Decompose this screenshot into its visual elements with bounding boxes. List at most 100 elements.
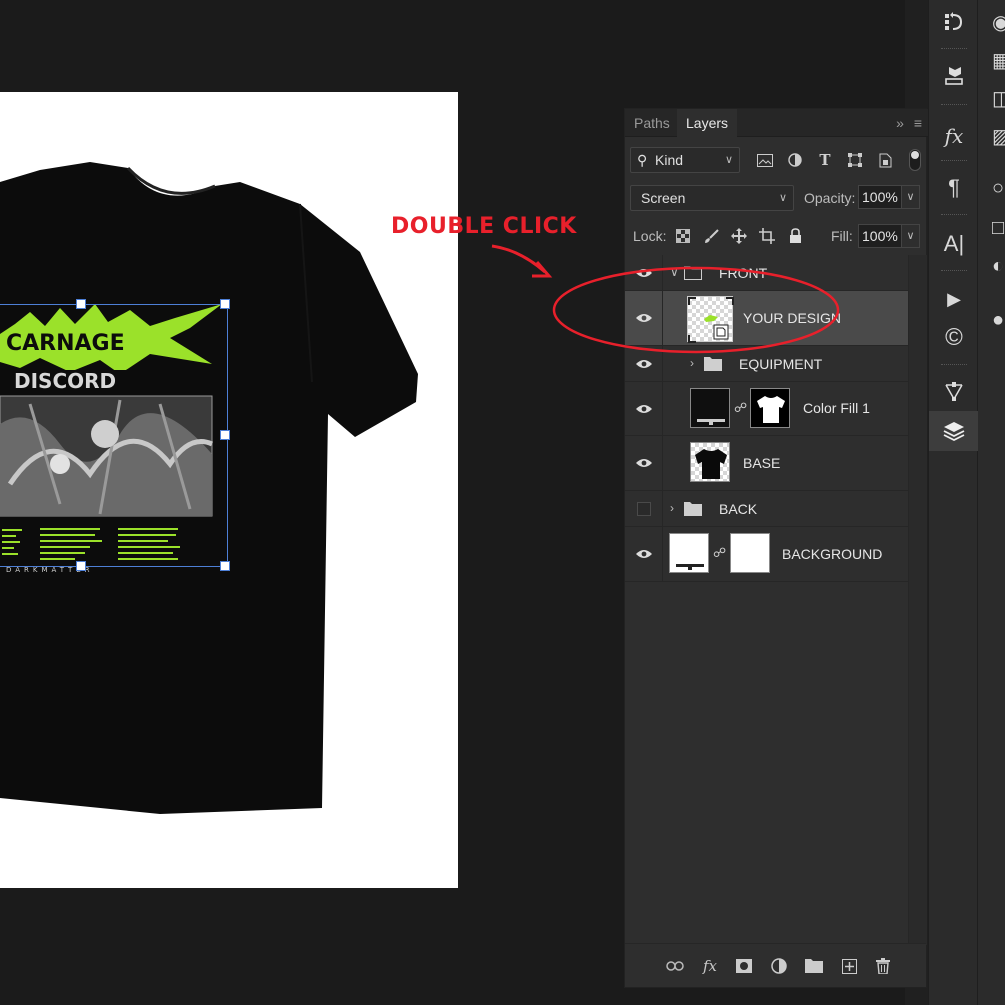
blend-mode-row: Screen ∨ Opacity: 100% ∨ xyxy=(630,185,925,211)
lock-label: Lock: xyxy=(633,228,667,244)
lock-image-pixels-brush-icon[interactable] xyxy=(700,223,722,249)
lock-artboard-crop-icon[interactable] xyxy=(756,223,778,249)
chevron-down-icon: ∨ xyxy=(724,154,733,166)
opacity-input[interactable]: 100% xyxy=(858,185,902,209)
tab-paths[interactable]: Paths xyxy=(625,109,679,137)
lock-all-padlock-icon[interactable] xyxy=(784,223,806,249)
search-icon: ⚲ xyxy=(637,152,648,168)
layer-row-front[interactable]: ∨ FRONT xyxy=(625,255,908,291)
pixel-layer-filter-icon[interactable] xyxy=(754,147,776,173)
fill-label: Fill: xyxy=(831,228,853,244)
visibility-eye-icon[interactable] xyxy=(625,291,663,345)
blend-mode-select[interactable]: Screen ∨ xyxy=(630,185,794,211)
visibility-eye-icon[interactable] xyxy=(625,255,663,290)
filter-kind-label: Kind xyxy=(655,152,684,168)
chevron-right-icon[interactable]: › xyxy=(690,356,694,370)
new-group-folder-icon[interactable] xyxy=(802,954,826,978)
layer-name-color-fill: Color Fill 1 xyxy=(803,400,870,416)
actions-play-icon[interactable]: ▶ xyxy=(929,279,979,319)
layer-row-background[interactable]: ☍ BACKGROUND xyxy=(625,527,908,582)
background-mask-thumbnail[interactable] xyxy=(730,533,770,573)
fx-layer-style-icon[interactable]: fx xyxy=(698,954,722,978)
patterns-icon[interactable]: □ xyxy=(978,208,1005,248)
layer-thumbnail-base[interactable] xyxy=(690,442,730,482)
smart-object-filter-icon[interactable] xyxy=(874,147,896,173)
adjustments-icon[interactable]: ◐ xyxy=(978,246,1005,286)
character-type-icon[interactable]: A| xyxy=(929,224,979,264)
double-chevron-right-icon[interactable]: » xyxy=(896,115,904,131)
filter-kind-select[interactable]: ⚲ Kind ∨ xyxy=(630,147,740,173)
color-fill-thumbnail[interactable] xyxy=(690,388,730,428)
layers-stack-icon[interactable] xyxy=(929,411,979,451)
transform-bounding-box[interactable] xyxy=(0,299,230,571)
layers-scrollbar[interactable] xyxy=(908,255,927,945)
layer-row-back[interactable]: › BACK xyxy=(625,491,908,527)
fill-dropdown-chevron-icon[interactable]: ∨ xyxy=(902,224,920,248)
layer-mask-thumbnail[interactable] xyxy=(750,388,790,428)
lock-row: Lock: Fill: 100% ∨ xyxy=(630,223,925,249)
chevron-right-icon[interactable]: › xyxy=(670,501,674,515)
visibility-eye-icon[interactable] xyxy=(625,527,663,581)
document-canvas[interactable]: CARNAGE DISCORD DARKMATTER xyxy=(0,92,458,888)
chevron-down-icon: ∨ xyxy=(778,192,787,204)
copyright-info-icon[interactable]: © xyxy=(929,318,979,358)
properties-icon[interactable]: ◫ xyxy=(978,78,1005,118)
layer-row-base[interactable]: BASE xyxy=(625,436,908,491)
adjustment-filter-icon[interactable] xyxy=(784,147,806,173)
annotation-arrow xyxy=(491,244,546,274)
layer-row-color-fill[interactable]: ☍ Color Fill 1 xyxy=(625,382,908,436)
panel-icon-dock: fx ¶ A| ▶ © xyxy=(928,0,979,1005)
layer-name-background: BACKGROUND xyxy=(782,546,883,562)
adjustment-layer-icon[interactable] xyxy=(767,954,791,978)
layer-name-equipment: EQUIPMENT xyxy=(739,356,823,372)
lock-position-move-icon[interactable] xyxy=(728,223,750,249)
libraries-icon[interactable]: ▨ xyxy=(978,116,1005,156)
paths-pen-icon[interactable] xyxy=(929,372,979,412)
layer-name-base: BASE xyxy=(743,455,781,471)
filter-toggle[interactable] xyxy=(909,149,921,171)
secondary-panel-dock: ◉ ▦ ◫ ▨ ○ □ ◐ ● xyxy=(978,0,1005,1005)
brush-settings-icon[interactable]: ◉ xyxy=(978,2,1005,42)
photoshop-workspace: CARNAGE DISCORD DARKMATTER Paths Layers … xyxy=(0,0,1005,1005)
history-icon[interactable] xyxy=(929,2,979,42)
layer-name-your-design: YOUR DESIGN xyxy=(743,310,842,326)
chevron-down-icon[interactable]: ∨ xyxy=(670,265,679,279)
folder-icon xyxy=(684,502,702,516)
transform-handle-top-right[interactable] xyxy=(220,299,230,309)
visibility-eye-icon[interactable] xyxy=(625,436,663,490)
layer-thumbnail-your-design[interactable] xyxy=(687,296,734,343)
transform-handle-bottom[interactable] xyxy=(76,561,86,571)
grid-swatches-icon[interactable]: ▦ xyxy=(978,40,1005,80)
layer-row-your-design[interactable]: YOUR DESIGN xyxy=(625,291,908,346)
link-chain-icon[interactable]: ☍ xyxy=(734,400,747,416)
trash-delete-icon[interactable] xyxy=(871,954,895,978)
add-mask-icon[interactable] xyxy=(732,954,756,978)
transform-handle-top[interactable] xyxy=(76,299,86,309)
shape-filter-icon[interactable] xyxy=(844,147,866,173)
visibility-toggle-empty[interactable] xyxy=(625,491,663,526)
layer-filter-row: ⚲ Kind ∨ T xyxy=(630,147,925,173)
visibility-eye-icon[interactable] xyxy=(625,382,663,435)
transform-handle-bottom-right[interactable] xyxy=(220,561,230,571)
paragraph-icon[interactable]: ¶ xyxy=(929,168,979,208)
layer-row-equipment[interactable]: › EQUIPMENT xyxy=(625,346,908,382)
type-filter-icon[interactable]: T xyxy=(814,147,836,173)
lock-transparent-pixels-icon[interactable] xyxy=(672,223,694,249)
hamburger-menu-icon[interactable]: ≡ xyxy=(914,115,922,131)
learn-bulb-icon[interactable]: ○ xyxy=(978,168,1005,208)
visibility-eye-icon[interactable] xyxy=(625,346,663,381)
opacity-dropdown-chevron-icon[interactable]: ∨ xyxy=(902,185,920,209)
background-fill-thumbnail[interactable] xyxy=(669,533,709,573)
link-layers-icon[interactable] xyxy=(663,954,687,978)
tab-layers[interactable]: Layers xyxy=(677,109,738,137)
transform-handle-right[interactable] xyxy=(220,430,230,440)
fill-input[interactable]: 100% xyxy=(858,224,902,248)
folder-icon xyxy=(704,357,722,371)
styles-fx-icon[interactable]: fx xyxy=(929,116,979,156)
new-layer-plus-icon[interactable] xyxy=(837,954,861,978)
3d-cube-icon[interactable] xyxy=(929,56,979,96)
panel-menu[interactable]: » ≡ xyxy=(896,109,922,137)
layers-action-bar: fx xyxy=(625,943,926,987)
link-chain-icon[interactable]: ☍ xyxy=(713,545,726,561)
color-icon[interactable]: ● xyxy=(978,300,1005,340)
